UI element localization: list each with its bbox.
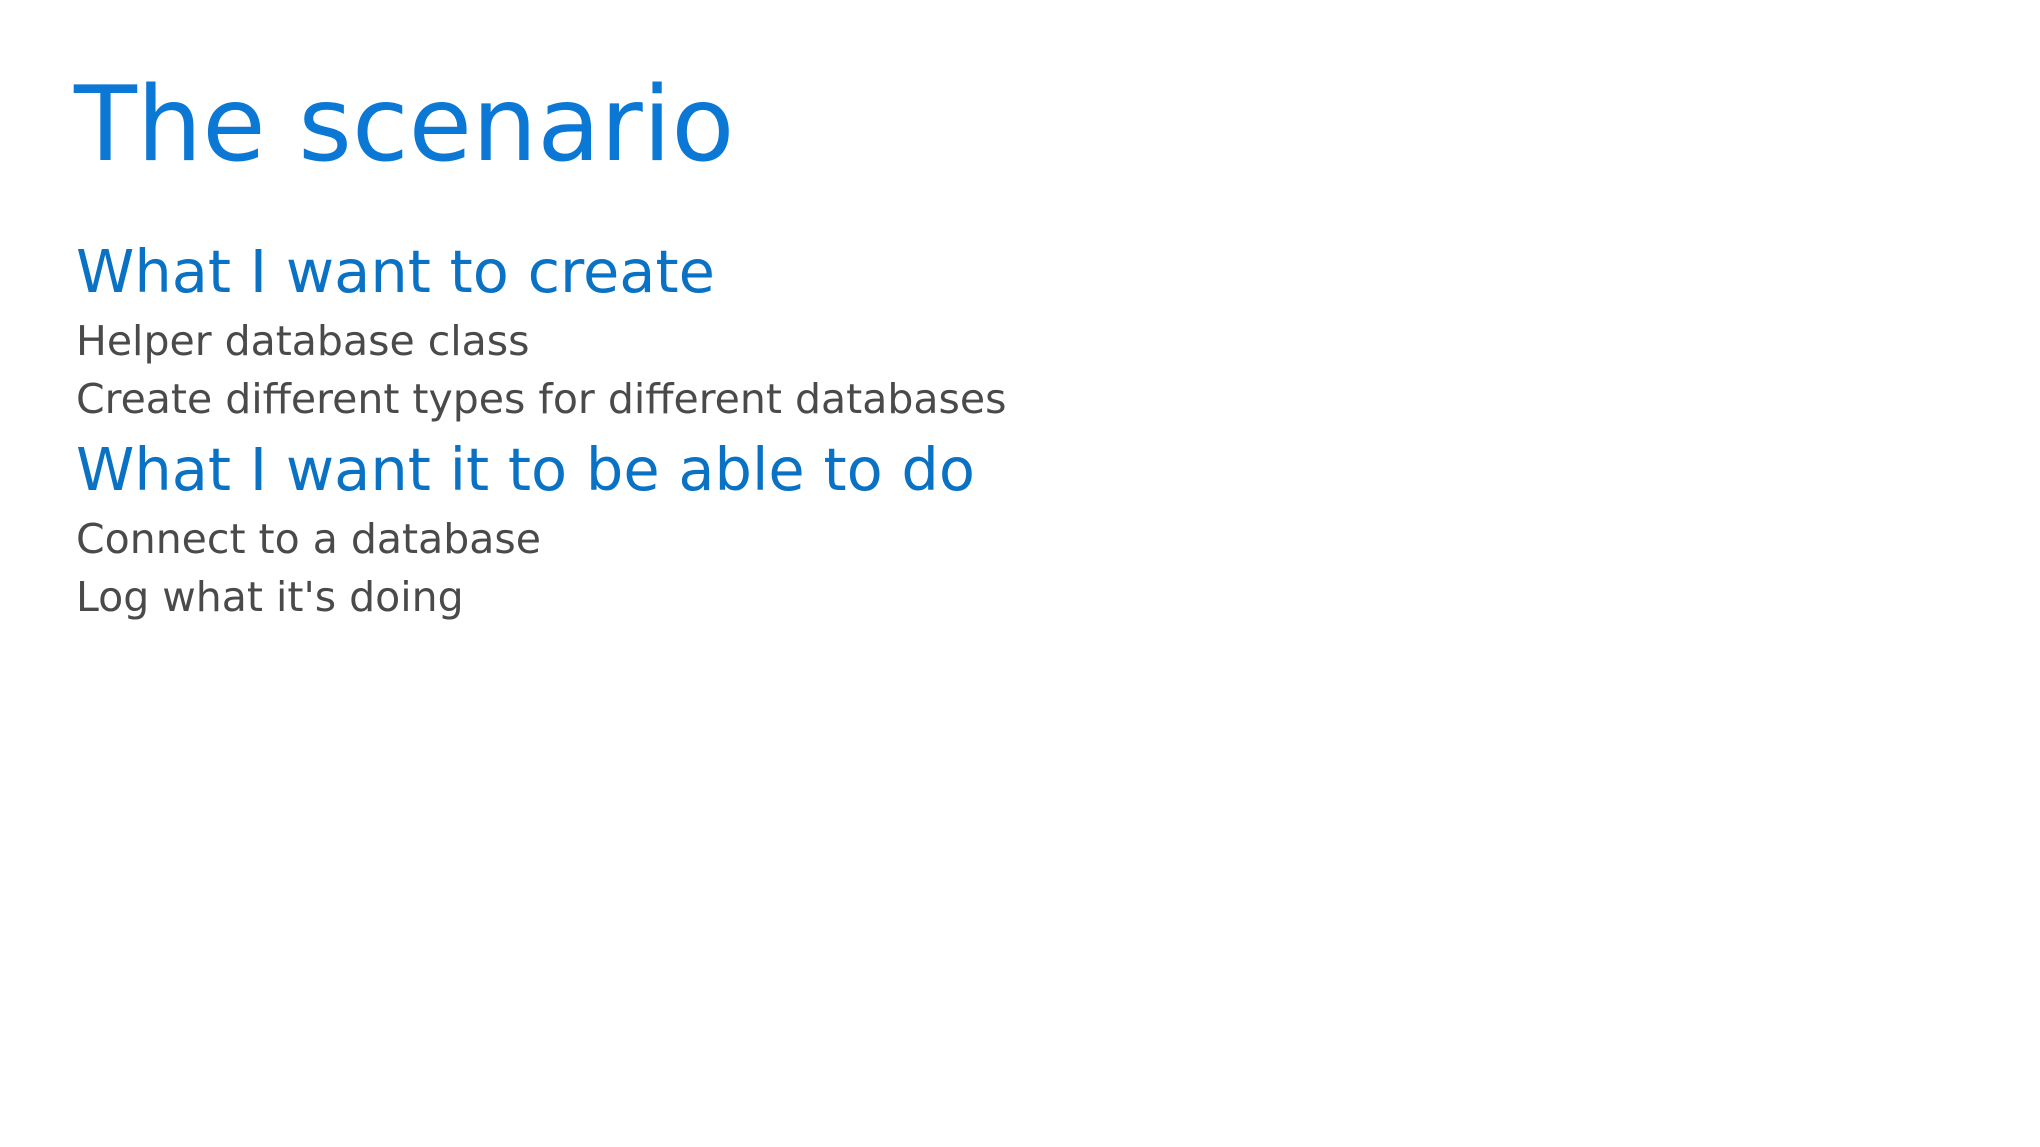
list-item: Connect to a database	[76, 515, 541, 563]
section-heading: What I want it to be able to do	[76, 435, 975, 504]
list-item: Create different types for different dat…	[76, 375, 1007, 423]
list-item: Helper database class	[76, 317, 530, 365]
section-what-to-create: What I want to create Helper database cl…	[76, 232, 1956, 428]
slide-title: The scenario	[74, 65, 735, 185]
list-item: Log what it's doing	[76, 573, 464, 621]
section-what-it-can-do: What I want it to be able to do Connect …	[76, 430, 1956, 626]
section-heading: What I want to create	[76, 237, 715, 306]
slide-content: What I want to create Helper database cl…	[76, 232, 1956, 626]
slide: The scenario What I want to create Helpe…	[0, 0, 2040, 1147]
